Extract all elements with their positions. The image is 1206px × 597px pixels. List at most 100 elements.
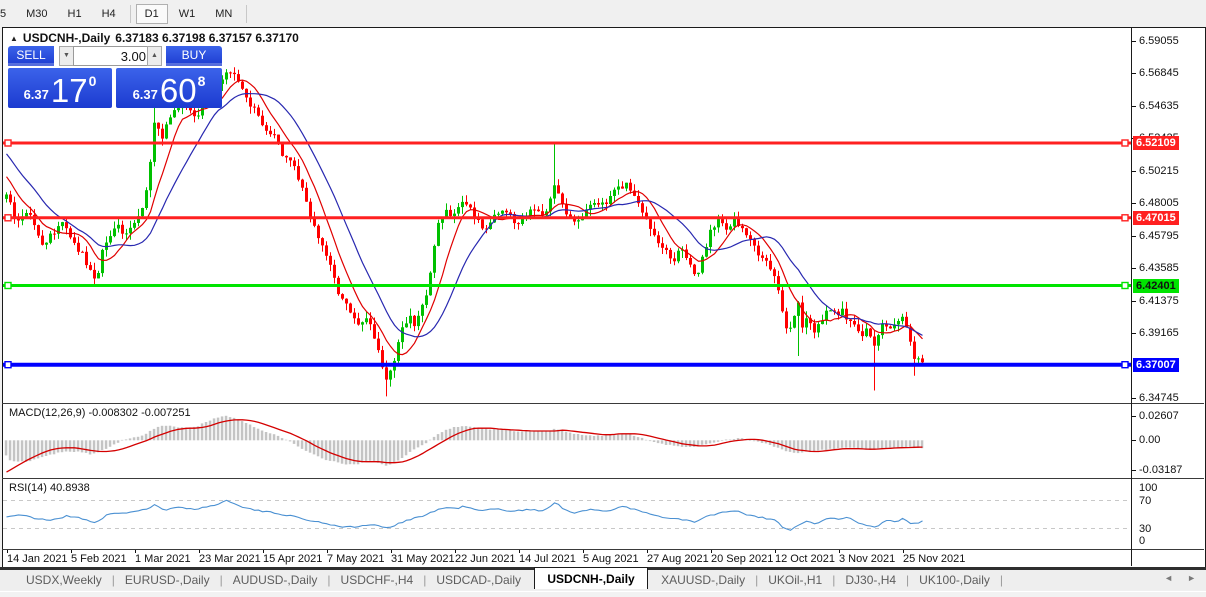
status-strip xyxy=(0,591,1206,597)
price-axis-label: 6.41375 xyxy=(1139,295,1179,307)
time-axis-label: 31 May 2021 xyxy=(391,553,455,565)
price-axis-label: 6.50215 xyxy=(1139,165,1179,177)
hline-price-label: 6.52109 xyxy=(1133,136,1179,150)
volume-input[interactable] xyxy=(73,46,151,66)
axis-tick xyxy=(1132,333,1136,334)
time-axis-label: 5 Aug 2021 xyxy=(583,553,639,565)
time-axis-label: 14 Jul 2021 xyxy=(519,553,576,565)
price-axis-divider xyxy=(1131,28,1132,566)
sell-price-small: 6.37 xyxy=(24,87,49,102)
trading-terminal-window: 5M30H1H4 D1W1MN MACD(12,26,9) -0.008302 -… xyxy=(0,0,1206,597)
hline-price-label: 6.47015 xyxy=(1133,211,1179,225)
collapse-panel-icon[interactable]: ▲ xyxy=(10,34,18,43)
hline-price-label: 6.42401 xyxy=(1133,279,1179,293)
axis-tick xyxy=(1132,106,1136,107)
panel-separator[interactable] xyxy=(2,478,1204,479)
axis-tick xyxy=(1132,440,1136,441)
axis-tick xyxy=(1132,73,1136,74)
macd-axis-label: -0.03187 xyxy=(1139,464,1182,476)
toolbar-separator xyxy=(246,5,247,23)
buy-price-small: 6.37 xyxy=(133,87,158,102)
rsi-label: RSI(14) 40.8938 xyxy=(9,482,90,494)
sell-button[interactable]: SELL xyxy=(8,46,54,66)
time-axis-label: 15 Apr 2021 xyxy=(263,553,322,565)
time-axis-label: 14 Jan 2021 xyxy=(7,553,68,565)
time-axis-label: 12 Oct 2021 xyxy=(775,553,835,565)
timeframe-button-w1[interactable]: W1 xyxy=(170,4,205,24)
price-axis-label: 6.45795 xyxy=(1139,230,1179,242)
toolbar-separator xyxy=(130,5,131,23)
time-axis-label: 25 Nov 2021 xyxy=(903,553,965,565)
macd-label: MACD(12,26,9) -0.008302 -0.007251 xyxy=(9,407,191,419)
chart-tab-eurusd-daily[interactable]: EURUSD-,Daily xyxy=(115,571,220,589)
time-axis-label: 27 Aug 2021 xyxy=(647,553,709,565)
time-axis-label: 5 Feb 2021 xyxy=(71,553,127,565)
chart-tab-usdx-weekly[interactable]: USDX,Weekly xyxy=(16,571,112,589)
sell-price-big: 17 xyxy=(51,76,88,105)
chart-tab-dj30-h4[interactable]: DJ30-,H4 xyxy=(835,571,906,589)
time-axis-label: 3 Nov 2021 xyxy=(839,553,895,565)
timeframe-button-mn[interactable]: MN xyxy=(206,4,241,24)
time-axis-label: 22 Jun 2021 xyxy=(455,553,516,565)
axis-tick xyxy=(1132,398,1136,399)
chart-tab-usdchf-h4[interactable]: USDCHF-,H4 xyxy=(331,571,424,589)
rsi-axis: 10070 300 xyxy=(1132,479,1204,549)
tab-scroll-right-icon[interactable]: ► xyxy=(1187,573,1196,583)
price-axis-label: 6.59055 xyxy=(1139,35,1179,47)
time-axis-label: 20 Sep 2021 xyxy=(711,553,773,565)
macd-axis-label: 0.02607 xyxy=(1139,410,1179,422)
price-axis-label: 6.39165 xyxy=(1139,327,1179,339)
timeframe-button-d1[interactable]: D1 xyxy=(136,4,168,24)
axis-tick xyxy=(1132,470,1136,471)
axis-tick xyxy=(1132,268,1136,269)
buy-price-sup: 8 xyxy=(198,73,206,89)
timeframe-button-h4[interactable]: H4 xyxy=(93,4,125,24)
hline-price-label: 6.37007 xyxy=(1133,358,1179,372)
rsi-axis-label: 100 xyxy=(1139,482,1157,494)
chart-tab-uk100-daily[interactable]: UK100-,Daily xyxy=(909,571,1000,589)
buy-button[interactable]: BUY xyxy=(166,46,222,66)
tab-scroll-arrows: ◄► xyxy=(1164,573,1196,583)
rsi-axis-label: 30 xyxy=(1139,523,1151,535)
axis-tick xyxy=(1132,236,1136,237)
chart-tab-audusd-daily[interactable]: AUDUSD-,Daily xyxy=(223,571,328,589)
tab-scroll-left-icon[interactable]: ◄ xyxy=(1164,573,1173,583)
chart-tab-ukoil-h1[interactable]: UKOil-,H1 xyxy=(758,571,832,589)
tab-divider: | xyxy=(1000,573,1003,587)
time-axis-label: 1 Mar 2021 xyxy=(135,553,191,565)
price-axis-label: 6.43585 xyxy=(1139,262,1179,274)
chart-tab-usdcad-daily[interactable]: USDCAD-,Daily xyxy=(426,571,531,589)
axis-tick xyxy=(1132,171,1136,172)
sell-price-box[interactable]: 6.37 17 0 xyxy=(8,68,112,108)
rsi-indicator-canvas[interactable] xyxy=(3,479,1131,549)
ohlc-quotes: 6.37183 6.37198 6.37157 6.37170 xyxy=(115,31,299,45)
price-axis-label: 6.48005 xyxy=(1139,197,1179,209)
axis-tick xyxy=(1132,416,1136,417)
macd-axis: 0.02607 0.00 -0.03187 xyxy=(1132,404,1204,478)
time-axis[interactable]: 14 Jan 20215 Feb 2021 1 Mar 2021 23 Mar 20… xyxy=(3,550,1131,566)
rsi-axis-label: 70 xyxy=(1139,495,1151,507)
buy-price-big: 60 xyxy=(160,76,197,105)
axis-tick xyxy=(1132,41,1136,42)
timeframe-button-m30[interactable]: M30 xyxy=(17,4,56,24)
chart-title: ▲ USDCNH-,Daily 6.37183 6.37198 6.37157 … xyxy=(10,31,299,45)
chart-tab-bar: USDX,Weekly|EURUSD-,Daily|AUDUSD-,Daily|… xyxy=(0,570,1206,590)
timeframe-button-5[interactable]: 5 xyxy=(0,4,15,24)
panel-separator xyxy=(2,549,1204,550)
chart-tab-xauusd-daily[interactable]: XAUUSD-,Daily xyxy=(651,571,755,589)
chart-tab-usdcnh-daily[interactable]: USDCNH-,Daily xyxy=(534,567,647,589)
price-axis[interactable]: 6.590556.568456.546356.524256.502156.480… xyxy=(1132,28,1204,403)
buy-price-box[interactable]: 6.37 60 8 xyxy=(116,68,222,108)
time-axis-label: 23 Mar 2021 xyxy=(199,553,261,565)
axis-tick xyxy=(1132,203,1136,204)
macd-axis-label: 0.00 xyxy=(1139,434,1160,446)
timeframe-button-h1[interactable]: H1 xyxy=(59,4,91,24)
sell-price-sup: 0 xyxy=(89,73,97,89)
volume-decrease-button[interactable]: ▼ xyxy=(59,46,74,66)
timeframe-toolbar: 5M30H1H4 D1W1MN xyxy=(0,0,1206,27)
price-axis-label: 6.56845 xyxy=(1139,67,1179,79)
rsi-axis-label: 0 xyxy=(1139,535,1145,547)
one-click-trading-panel: SELL ▼ ▲ BUY 6.37 17 0 6.37 60 8 xyxy=(8,46,222,105)
volume-increase-button[interactable]: ▲ xyxy=(147,46,162,66)
panel-separator[interactable] xyxy=(2,403,1204,404)
